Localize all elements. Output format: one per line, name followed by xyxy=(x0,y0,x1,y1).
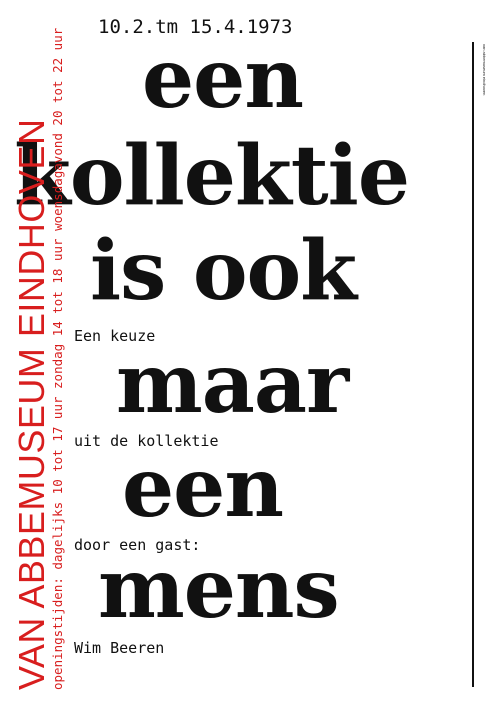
headline-line-1: een xyxy=(142,31,304,127)
poster: van abbemuseum eindhoven 10.2.tm 15.4.19… xyxy=(0,0,500,715)
museum-name: VAN ABBEMUSEUM EINDHOVEN xyxy=(11,118,52,690)
headline-line-4: maar xyxy=(116,336,349,432)
headline-line-3: is ook xyxy=(90,223,357,319)
print-credit: van abbemuseum eindhoven xyxy=(482,44,487,96)
headline-line-5: een xyxy=(122,440,284,536)
vertical-rule xyxy=(472,42,474,687)
subtext-line-3: door een gast: xyxy=(74,536,201,554)
headline-line-6: mens xyxy=(98,541,340,637)
subtext-line-4: Wim Beeren xyxy=(74,639,165,657)
subtext-line-2: uit de kollektie xyxy=(74,432,219,450)
opening-hours: openingstijden: dagelijks 10 tot 17 uur … xyxy=(50,27,65,690)
subtext-line-1: Een keuze xyxy=(74,327,156,345)
headline-line-2: kollektie xyxy=(14,128,410,224)
